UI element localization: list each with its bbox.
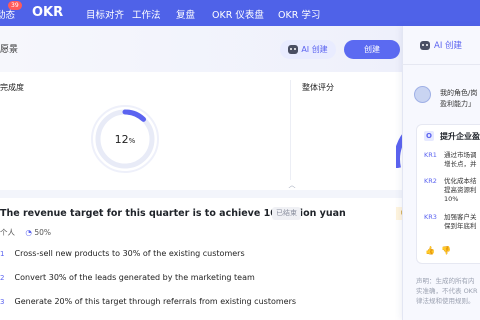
kr-number: 1	[0, 250, 5, 258]
score-label: 整体评分	[302, 83, 334, 92]
ai-create-button[interactable]: AI 创建	[280, 40, 336, 59]
ai-kr-line: 10%	[444, 195, 459, 203]
kr-text: Convert 30% of the leads generated by th…	[14, 273, 255, 282]
ai-kr-text: 加强客户关 保到年底利	[444, 213, 477, 231]
disclaimer-line: 声明：生成的所有内	[416, 277, 475, 285]
ai-kr-text: 通过市场调 增长点，并	[444, 151, 477, 169]
nav-item-dashboard[interactable]: OKR 仪表盘	[212, 7, 264, 21]
objective-letter-icon: O	[424, 131, 434, 141]
ai-panel-divider	[402, 64, 480, 65]
ai-kr-line: 通过市场调	[444, 151, 477, 159]
nav-item-okr[interactable]: OKR	[32, 5, 63, 20]
progress-number: 12	[114, 133, 129, 146]
thumbs-up-icon[interactable]: 👍	[425, 246, 435, 255]
objective-progress: 50%	[34, 228, 51, 237]
robot-icon	[420, 40, 430, 50]
user-message-line: 我的角色/岗	[440, 89, 478, 97]
ai-create-label: AI 创建	[301, 45, 328, 54]
kr-text: Cross-sell new products to 30% of the ex…	[14, 249, 245, 258]
collapse-chevron-icon[interactable]: ︿	[286, 180, 298, 189]
key-result-row[interactable]: 3 Generate 20% of this target through re…	[0, 297, 296, 306]
page-title: 愿景	[0, 45, 19, 55]
user-avatar	[414, 86, 431, 103]
key-result-row[interactable]: 2 Convert 30% of the leads generated by …	[0, 273, 255, 282]
owner-type: 个人	[0, 228, 15, 237]
ai-kr-label: KR2	[424, 177, 437, 185]
top-nav: 39 动态 OKR 目标对齐 工作法 复盘 OKR 仪表盘 OKR 学习	[0, 0, 480, 26]
nav-item-alignment[interactable]: 目标对齐	[86, 7, 124, 21]
ai-kr-label: KR1	[424, 151, 437, 159]
ai-card-title: 提升企业盈	[440, 132, 480, 141]
ai-kr-text: 优化成本结 提高资源利 10%	[444, 177, 477, 204]
kr-text: Generate 20% of this target through refe…	[14, 297, 297, 306]
create-button[interactable]: 创建	[344, 40, 400, 59]
kr-number: 3	[0, 298, 5, 306]
progress-circle-icon: ◔	[25, 228, 32, 237]
progress-unit: %	[128, 137, 136, 145]
user-message-line: 盈利能力」	[440, 100, 475, 108]
nav-item-dynamics[interactable]: 动态	[0, 7, 15, 21]
kr-number: 2	[0, 274, 5, 282]
ai-kr-line: 优化成本结	[444, 177, 477, 185]
ai-kr-line: 保到年底利	[444, 222, 477, 230]
ai-disclaimer: 声明：生成的所有内 实准确，不代表 OKR 律法规和使用规则。	[416, 276, 477, 306]
nav-item-learning[interactable]: OKR 学习	[278, 7, 320, 21]
ai-kr-line: 提高资源利	[444, 186, 477, 194]
progress-value: 12%	[90, 133, 160, 146]
disclaimer-line: 实准确，不代表 OKR	[416, 287, 478, 295]
stats-divider	[290, 80, 291, 180]
ai-kr-label: KR3	[424, 213, 437, 221]
nav-item-methods[interactable]: 工作法	[132, 7, 161, 21]
status-badge: 已结束	[272, 207, 301, 220]
ai-panel-title-text: AI 创建	[434, 41, 463, 51]
objective-meta: 个人 ◔ 50%	[0, 227, 51, 238]
ai-kr-line: 增长点，并	[444, 160, 477, 168]
stats-card	[0, 72, 412, 190]
thumbs-down-icon[interactable]: 👎	[441, 246, 451, 255]
key-result-row[interactable]: 1 Cross-sell new products to 30% of the …	[0, 249, 245, 258]
ai-kr-line: 加强客户关	[444, 213, 477, 221]
disclaimer-line: 律法规和使用规则。	[416, 297, 475, 305]
user-message: 我的角色/岗 盈利能力」	[440, 88, 480, 110]
progress-label: 完成度	[0, 83, 24, 92]
robot-icon	[288, 45, 299, 54]
nav-item-review[interactable]: 复盘	[176, 7, 195, 21]
ai-panel-title: AI 创建	[420, 39, 462, 51]
